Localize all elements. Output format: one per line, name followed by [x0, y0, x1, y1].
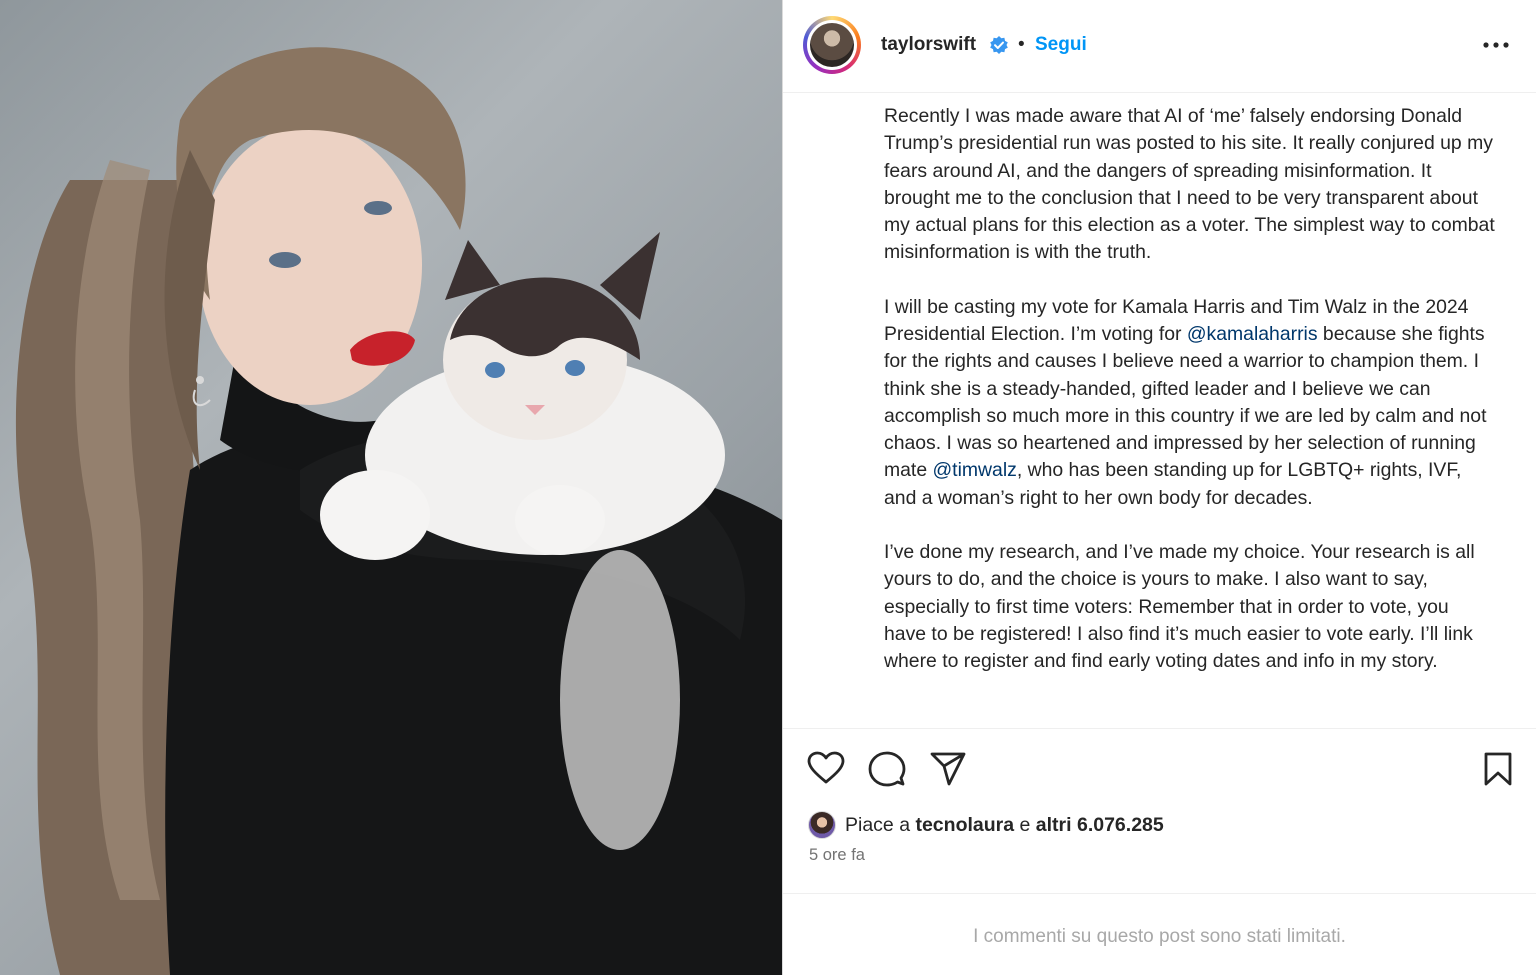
heart-icon[interactable] — [807, 751, 845, 790]
post-caption: Recently I was made aware that AI of ‘me… — [884, 103, 1496, 675]
caption-paragraph-1: Recently I was made aware that AI of ‘me… — [884, 105, 1495, 264]
caption-paragraph-3: I’ve done my research, and I’ve made my … — [884, 541, 1475, 672]
post-side-panel: taylorswift • Segui Recently I was made … — [782, 0, 1536, 975]
mention-timwalz-link[interactable]: @timwalz — [933, 459, 1017, 481]
username-link[interactable]: taylorswift — [881, 34, 976, 56]
liker-avatar[interactable] — [808, 811, 836, 839]
action-bar — [783, 728, 1536, 828]
likes-count-link[interactable]: altri 6.076.285 — [1036, 814, 1164, 836]
profile-avatar[interactable] — [803, 16, 861, 74]
liker-username-link[interactable]: tecnolaura — [915, 814, 1014, 836]
post-photo[interactable] — [0, 0, 782, 975]
likes-prefix: Piace a — [845, 814, 911, 836]
avatar-image — [810, 23, 854, 67]
instagram-post: taylorswift • Segui Recently I was made … — [0, 0, 1536, 975]
separator-dot: • — [1018, 34, 1025, 55]
comments-limited-notice: I commenti su questo post sono stati lim… — [973, 926, 1346, 947]
more-options-icon[interactable] — [1481, 33, 1511, 57]
mention-kamalaharris-link[interactable]: @kamalaharris — [1187, 323, 1318, 345]
caption-paragraph-2b: because she fights for the rights and ca… — [884, 323, 1487, 482]
follow-button[interactable]: Segui — [1035, 34, 1087, 56]
verified-badge-icon — [989, 35, 1009, 60]
photo-illustration — [15, 47, 782, 975]
post-header: taylorswift • Segui — [783, 0, 1536, 93]
post-timestamp[interactable]: 5 ore fa — [809, 846, 865, 865]
likes-middle: e — [1019, 814, 1031, 836]
comments-footer: I commenti su questo post sono stati lim… — [783, 893, 1536, 975]
paper-plane-icon[interactable] — [929, 751, 967, 792]
bookmark-icon[interactable] — [1483, 751, 1513, 792]
comment-bubble-icon[interactable] — [868, 751, 906, 792]
